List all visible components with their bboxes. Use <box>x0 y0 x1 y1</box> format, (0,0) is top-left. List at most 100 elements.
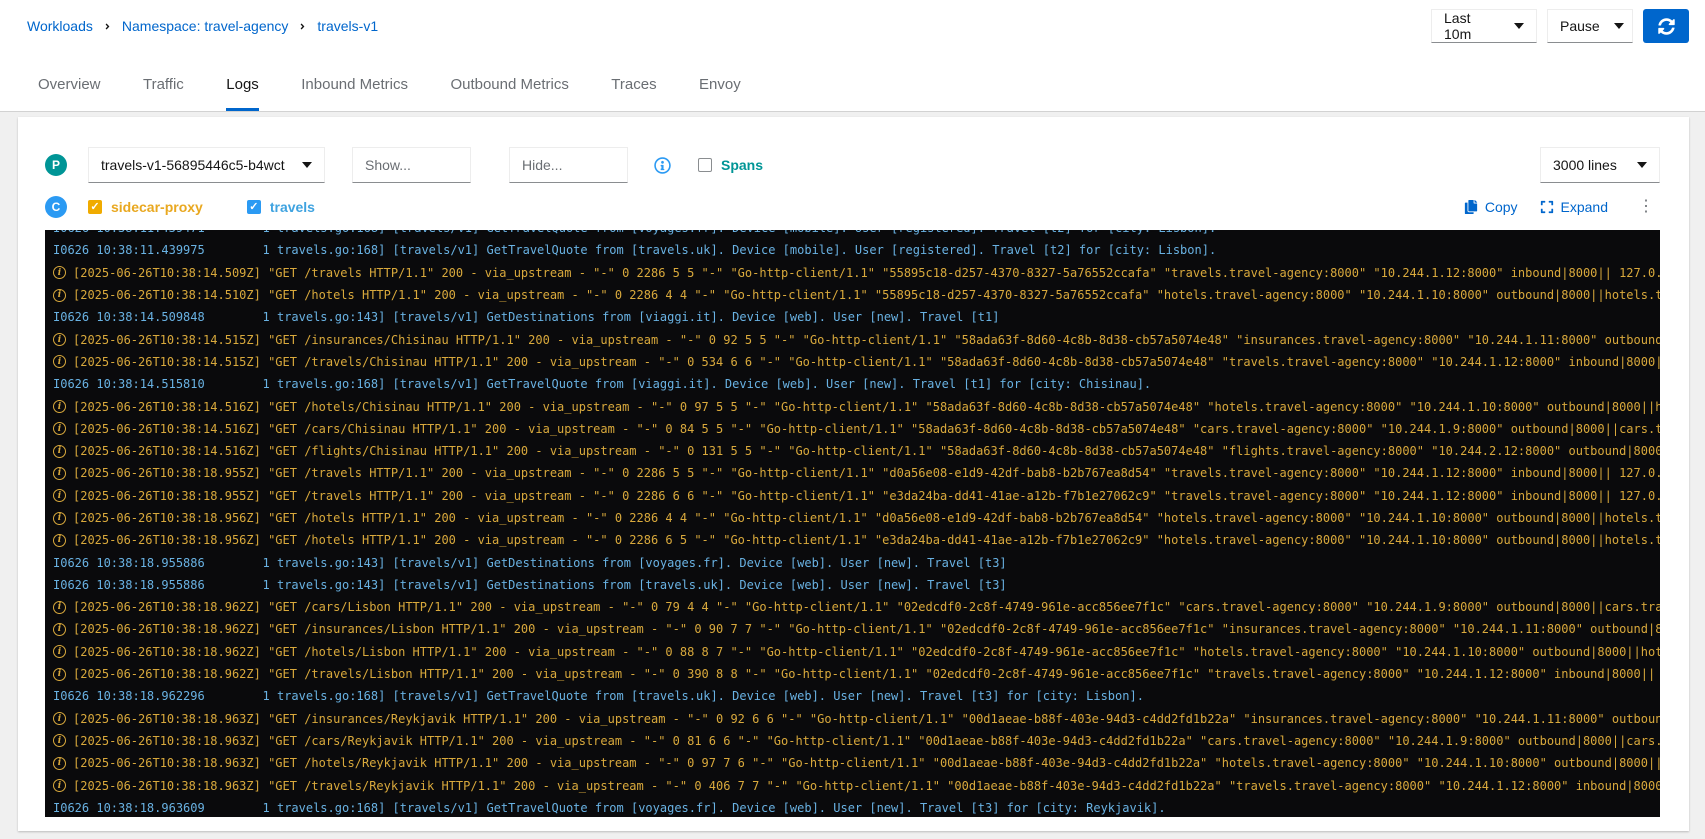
spans-checkbox[interactable] <box>698 158 712 172</box>
tab-inbound-metrics[interactable]: Inbound Metrics <box>301 76 408 111</box>
tab-envoy[interactable]: Envoy <box>699 76 741 111</box>
chevron-down-icon <box>1514 23 1524 29</box>
tab-logs[interactable]: Logs <box>226 76 259 111</box>
log-line: i[2025-06-26T10:38:18.963Z] "GET /insura… <box>53 708 1660 730</box>
container-filter-travels: ✓ travels <box>247 199 315 215</box>
sidecar-proxy-label: sidecar-proxy <box>111 199 203 215</box>
pod-select-value: travels-v1-56895446c5-b4wct <box>101 157 285 173</box>
copy-label: Copy <box>1485 199 1518 215</box>
breadcrumb-workloads[interactable]: Workloads <box>27 18 93 34</box>
masthead: Workloads Namespace: travel-agency trave… <box>0 0 1705 52</box>
sidecar-proxy-checkbox[interactable]: ✓ <box>88 200 102 214</box>
log-line: I0626 10:38:14.515810 1 travels.go:168] … <box>53 373 1660 395</box>
duration-select[interactable]: Last 10m <box>1431 9 1537 43</box>
container-badge: C <box>45 196 67 218</box>
log-line: I0626 10:38:18.963609 1 travels.go:168] … <box>53 797 1660 817</box>
hide-filter-input[interactable] <box>509 147 628 183</box>
info-icon: i <box>53 712 66 725</box>
info-icon: i <box>53 400 66 413</box>
log-line: I0626 10:38:14.509848 1 travels.go:143] … <box>53 306 1660 328</box>
log-line: i[2025-06-26T10:38:18.955Z] "GET /travel… <box>53 485 1660 507</box>
chevron-down-icon <box>302 162 312 168</box>
breadcrumb-workload-name[interactable]: travels-v1 <box>317 18 378 34</box>
log-line: i[2025-06-26T10:38:18.963Z] "GET /hotels… <box>53 752 1660 774</box>
lines-count-value: 3000 lines <box>1553 157 1617 173</box>
logs-card: P travels-v1-56895446c5-b4wct Spans 3000… <box>18 117 1689 831</box>
chevron-down-icon <box>1637 162 1647 168</box>
info-icon: i <box>53 779 66 792</box>
log-line: i[2025-06-26T10:38:18.962Z] "GET /travel… <box>53 663 1660 685</box>
log-line: I0626 10:38:11.439975 1 travels.go:168] … <box>53 239 1660 261</box>
info-icon: i <box>53 757 66 770</box>
log-line: i[2025-06-26T10:38:14.516Z] "GET /cars/C… <box>53 418 1660 440</box>
top-controls: Last 10m Pause <box>1431 9 1689 43</box>
content-area: P travels-v1-56895446c5-b4wct Spans 3000… <box>0 112 1705 839</box>
log-line: I0626 10:38:18.955886 1 travels.go:143] … <box>53 551 1660 573</box>
travels-label: travels <box>270 199 315 215</box>
spans-label: Spans <box>721 157 763 173</box>
log-pane-content: I0626 10:38:11.439471 1 travels.go:168] … <box>53 230 1660 817</box>
duration-select-value: Last 10m <box>1444 10 1500 42</box>
info-icon: i <box>53 333 66 346</box>
log-line: i[2025-06-26T10:38:14.510Z] "GET /hotels… <box>53 284 1660 306</box>
info-icon: i <box>53 467 66 480</box>
expand-button[interactable]: Expand <box>1540 199 1608 215</box>
tab-bar: Overview Traffic Logs Inbound Metrics Ou… <box>0 52 1705 112</box>
info-icon: i <box>53 512 66 525</box>
breadcrumb-namespace[interactable]: Namespace: travel-agency <box>122 18 289 34</box>
show-filter-input[interactable] <box>352 147 471 183</box>
log-line: i[2025-06-26T10:38:18.956Z] "GET /hotels… <box>53 529 1660 551</box>
log-line: i[2025-06-26T10:38:14.515Z] "GET /insura… <box>53 328 1660 350</box>
tab-traffic[interactable]: Traffic <box>143 76 184 111</box>
chevron-down-icon <box>1614 23 1624 29</box>
log-line: i[2025-06-26T10:38:18.956Z] "GET /hotels… <box>53 507 1660 529</box>
info-icon: i <box>53 445 66 458</box>
copy-icon <box>1464 200 1478 214</box>
log-line: i[2025-06-26T10:38:18.962Z] "GET /insura… <box>53 618 1660 640</box>
log-line: i[2025-06-26T10:38:18.963Z] "GET /cars/R… <box>53 730 1660 752</box>
refresh-interval-value: Pause <box>1560 18 1600 34</box>
pod-badge: P <box>45 154 67 176</box>
tab-traces[interactable]: Traces <box>611 76 656 111</box>
log-pane[interactable]: I0626 10:38:11.439471 1 travels.go:168] … <box>45 230 1660 817</box>
logs-toolbar-row-1: P travels-v1-56895446c5-b4wct Spans 3000… <box>45 147 1660 183</box>
travels-checkbox[interactable]: ✓ <box>247 200 261 214</box>
info-icon: i <box>53 734 66 747</box>
spans-filter: Spans <box>698 157 763 173</box>
log-line: i[2025-06-26T10:38:14.515Z] "GET /travel… <box>53 351 1660 373</box>
info-icon: i <box>53 623 66 636</box>
log-line: i[2025-06-26T10:38:18.955Z] "GET /travel… <box>53 462 1660 484</box>
logs-toolbar-row-2: C ✓ sidecar-proxy ✓ travels Copy Expand … <box>45 194 1660 220</box>
log-line: i[2025-06-26T10:38:14.516Z] "GET /flight… <box>53 440 1660 462</box>
expand-icon <box>1540 200 1554 214</box>
expand-label: Expand <box>1561 199 1608 215</box>
info-icon: i <box>53 422 66 435</box>
tab-overview[interactable]: Overview <box>38 76 101 111</box>
info-icon: i <box>53 668 66 681</box>
log-line: I0626 10:38:18.955886 1 travels.go:143] … <box>53 574 1660 596</box>
log-line: i[2025-06-26T10:38:18.962Z] "GET /hotels… <box>53 641 1660 663</box>
info-icon: i <box>53 534 66 547</box>
log-line: I0626 10:38:18.962296 1 travels.go:168] … <box>53 685 1660 707</box>
log-line: i[2025-06-26T10:38:14.516Z] "GET /hotels… <box>53 395 1660 417</box>
lines-count-select[interactable]: 3000 lines <box>1540 147 1660 183</box>
log-line: I0626 10:38:11.439471 1 travels.go:168] … <box>53 230 1660 239</box>
refresh-button[interactable] <box>1643 9 1689 43</box>
info-icon: i <box>53 289 66 302</box>
info-icon: i <box>53 601 66 614</box>
refresh-interval-select[interactable]: Pause <box>1547 9 1633 43</box>
log-line: i[2025-06-26T10:38:14.509Z] "GET /travel… <box>53 262 1660 284</box>
info-icon: i <box>53 489 66 502</box>
tab-outbound-metrics[interactable]: Outbound Metrics <box>450 76 568 111</box>
chevron-right-icon <box>103 22 112 31</box>
copy-button[interactable]: Copy <box>1464 199 1518 215</box>
info-icon[interactable] <box>654 157 671 174</box>
log-line: i[2025-06-26T10:38:18.962Z] "GET /cars/L… <box>53 596 1660 618</box>
breadcrumb: Workloads Namespace: travel-agency trave… <box>27 18 378 34</box>
log-line: i[2025-06-26T10:38:18.963Z] "GET /travel… <box>53 774 1660 796</box>
info-icon: i <box>53 266 66 279</box>
kebab-menu[interactable]: ⋮ <box>1632 199 1660 215</box>
container-filter-sidecar-proxy: ✓ sidecar-proxy <box>88 199 203 215</box>
pod-select[interactable]: travels-v1-56895446c5-b4wct <box>88 147 325 183</box>
info-icon: i <box>53 355 66 368</box>
